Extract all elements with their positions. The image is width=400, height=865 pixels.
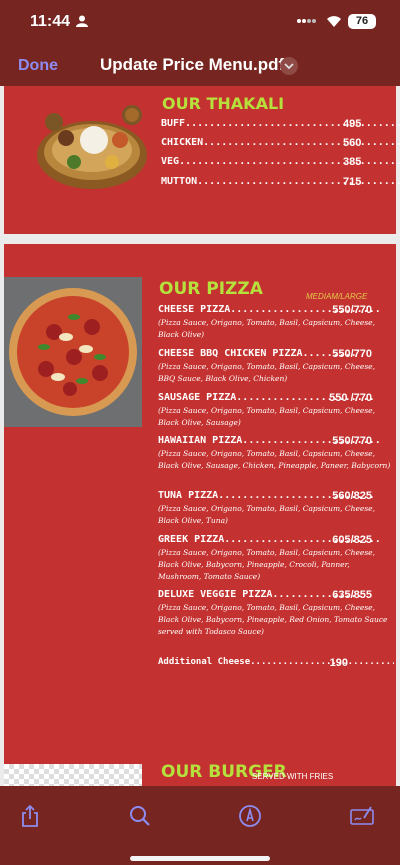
- home-indicator: [130, 856, 270, 861]
- cellular-icon: [297, 19, 316, 23]
- bottom-toolbar: [0, 786, 400, 865]
- pizza-title: OUR PIZZA: [159, 279, 263, 299]
- item-description: (Pizza Sauce, Origano, Tomato, Basil, Ca…: [158, 362, 375, 383]
- pizza-item: DELUXE VEGGIE PIZZA............... 635/8…: [158, 589, 394, 638]
- item-name: HAWAIIAN PIZZA: [158, 435, 243, 446]
- burger-image: [4, 764, 142, 786]
- pizza-item: TUNA PIZZA.......................... 560…: [158, 490, 394, 527]
- item-price: 715: [343, 176, 362, 188]
- pdf-viewer[interactable]: OUR THAKALI BUFF........................…: [0, 86, 400, 786]
- item-name: CHICKEN: [161, 137, 204, 148]
- leader-dots: .......................................: [197, 176, 400, 187]
- additional-cheese-item: Additional Cheese.......................…: [158, 657, 394, 669]
- leader-dots: ........................................…: [185, 118, 400, 129]
- item-name: TUNA PIZZA: [158, 490, 219, 501]
- status-time: 11:44: [30, 13, 71, 30]
- chevron-down-icon: [284, 63, 294, 70]
- item-price: 560/825: [332, 490, 372, 502]
- document-title[interactable]: Update Price Menu.pdf: [100, 55, 284, 75]
- pizza-image: [4, 277, 142, 427]
- item-name: GREEK PIZZA: [158, 534, 225, 545]
- item-name: MUTTON: [161, 176, 198, 187]
- pizza-item: CHEESE PIZZA......................... 55…: [158, 304, 394, 341]
- item-description: (Pizza Sauce, Origano, Tomato, Basil, Ca…: [158, 318, 375, 339]
- item-name: BUFF: [161, 118, 186, 129]
- person-icon: [76, 15, 88, 27]
- title-menu-button[interactable]: [280, 57, 298, 75]
- leader-dots: ...............................: [250, 657, 394, 667]
- item-name: CHEESE BBQ CHICKEN PIZZA: [158, 348, 303, 359]
- item-price: 605/825: [332, 534, 372, 546]
- item-price: 550/770: [332, 348, 372, 360]
- item-description: (Pizza Sauce, Origano, Tomato, Basil, Ca…: [158, 603, 388, 636]
- signature-icon[interactable]: [350, 804, 374, 828]
- item-name: CHEESE PIZZA: [158, 304, 231, 315]
- size-label: MEDIAM/LARGE: [306, 292, 368, 301]
- thakali-image: [37, 105, 147, 189]
- status-bar: 11:44 76: [0, 0, 400, 44]
- thakali-title: OUR THAKALI: [162, 94, 285, 113]
- markup-icon[interactable]: [238, 804, 262, 828]
- wifi-icon: [327, 16, 341, 27]
- item-price: 550/770: [332, 435, 372, 447]
- leader-dots: ........................................…: [179, 156, 400, 167]
- pizza-item: HAWAIIAN PIZZA....................... 55…: [158, 435, 394, 472]
- pdf-page-thakali: OUR THAKALI BUFF........................…: [4, 86, 400, 234]
- pizza-item: GREEK PIZZA.......................... 60…: [158, 534, 394, 583]
- burger-subtitle: SERVED WITH FRIES: [252, 772, 334, 781]
- done-button[interactable]: Done: [18, 57, 58, 75]
- pizza-item: SAUSAGE PIZZA....................... 550…: [158, 392, 394, 429]
- item-price: 550 /770: [329, 392, 372, 404]
- search-icon[interactable]: [128, 804, 152, 828]
- pizza-item: CHEESE BBQ CHICKEN PIZZA......... 550/77…: [158, 348, 394, 385]
- item-name: Additional Cheese: [158, 657, 251, 667]
- item-description: (Pizza Sauce, Origano, Tomato, Basil, Ca…: [158, 504, 375, 525]
- item-description: (Pizza Sauce, Origano, Tomato, Basil, Ca…: [158, 406, 375, 427]
- nav-bar: Done Update Price Menu.pdf: [0, 44, 400, 86]
- pdf-page-pizza: OUR PIZZA MEDIAM/LARGE CHEESE PIZZA.....…: [4, 244, 396, 786]
- share-icon[interactable]: [18, 804, 42, 828]
- item-name: DELUXE VEGGIE PIZZA: [158, 589, 273, 600]
- item-price: 495: [343, 118, 362, 130]
- item-name: VEG: [161, 156, 180, 167]
- item-price: 560: [343, 137, 362, 149]
- item-description: (Pizza Sauce, Origano, Tomato, Basil, Ca…: [158, 449, 391, 470]
- item-price: 635/855: [332, 589, 372, 601]
- item-price: 385: [343, 156, 362, 168]
- item-price: 190: [329, 657, 348, 669]
- item-name: SAUSAGE PIZZA: [158, 392, 237, 403]
- item-price: 550/770: [332, 304, 372, 316]
- leader-dots: .....................................: [203, 137, 400, 148]
- battery-icon: 76: [348, 14, 376, 29]
- item-description: (Pizza Sauce, Origano, Tomato, Basil, Ca…: [158, 548, 375, 581]
